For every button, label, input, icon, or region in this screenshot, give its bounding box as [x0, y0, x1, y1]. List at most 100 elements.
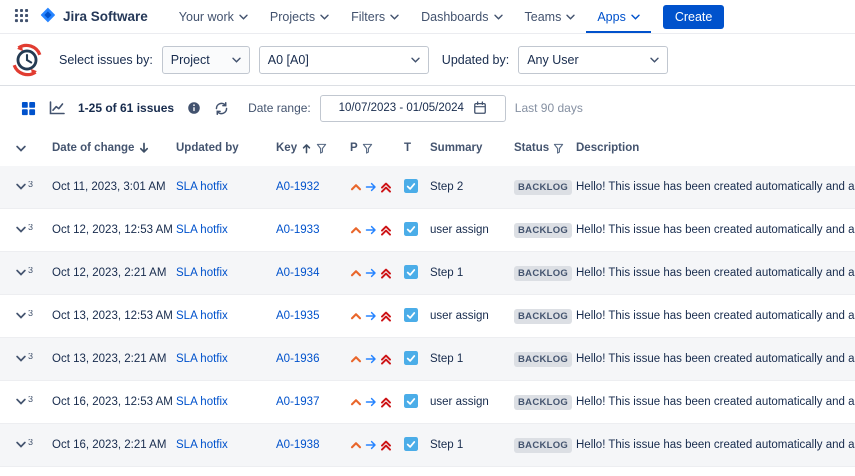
updated-by-link[interactable]: SLA hotfix — [176, 181, 228, 193]
expand-row-button[interactable]: 3 — [16, 312, 33, 320]
issue-key-link[interactable]: A0-1936 — [276, 353, 319, 365]
jira-logo[interactable]: Jira Software — [39, 0, 148, 33]
date-of-change-cell: Oct 16, 2023, 12:53 AM — [52, 396, 176, 408]
header-summary[interactable]: Summary — [430, 142, 514, 154]
header-description[interactable]: Description — [576, 142, 855, 154]
change-count-badge: 3 — [28, 267, 33, 274]
summary-cell: Step 2 — [430, 181, 514, 193]
expand-row-button[interactable]: 3 — [16, 355, 33, 363]
issue-key-link[interactable]: A0-1933 — [276, 224, 319, 236]
chevron-down-icon — [16, 145, 26, 152]
date-range-input[interactable]: 10/07/2023 - 01/05/2024 — [320, 95, 506, 122]
change-count-badge: 3 — [28, 224, 33, 231]
change-count-badge: 3 — [28, 310, 33, 317]
priority-highest-icon — [380, 439, 392, 451]
issue-type-cell — [404, 437, 430, 454]
priority-highest-icon — [380, 396, 392, 408]
table-row: 3 Oct 16, 2023, 12:53 AM SLA hotfix A0-1… — [0, 381, 855, 424]
issue-key-link[interactable]: A0-1937 — [276, 396, 319, 408]
updated-by-link[interactable]: SLA hotfix — [176, 267, 228, 279]
summary-cell: user assign — [430, 396, 514, 408]
arrow-right-icon — [365, 353, 377, 365]
updated-by-link[interactable]: SLA hotfix — [176, 353, 228, 365]
chevron-down-icon — [16, 269, 26, 276]
priority-high-icon — [350, 396, 362, 408]
arrow-right-icon — [365, 181, 377, 193]
updated-by-link[interactable]: SLA hotfix — [176, 439, 228, 451]
nav-dashboards[interactable]: Dashboards — [410, 0, 513, 33]
priority-change-cell — [350, 353, 404, 365]
priority-change-cell — [350, 439, 404, 451]
description-cell: Hello! This issue has been created autom… — [576, 310, 855, 322]
task-type-icon — [404, 222, 418, 236]
updated-by-link[interactable]: SLA hotfix — [176, 396, 228, 408]
status-cell: BACKLOG — [514, 223, 576, 238]
table-row: 3 Oct 16, 2023, 2:21 AM SLA hotfix A0-19… — [0, 424, 855, 467]
jira-diamond-icon — [39, 6, 57, 27]
table-row: 3 Oct 11, 2023, 3:01 AM SLA hotfix A0-19… — [0, 166, 855, 209]
table-grid-icon — [21, 101, 36, 116]
status-cell: BACKLOG — [514, 352, 576, 367]
status-cell: BACKLOG — [514, 395, 576, 410]
filter-funnel-icon[interactable] — [362, 143, 373, 154]
chevron-down-icon — [16, 398, 26, 405]
updated-by-dropdown[interactable]: Any User — [518, 46, 668, 74]
description-cell: Hello! This issue has been created autom… — [576, 224, 855, 236]
issue-key-link[interactable]: A0-1932 — [276, 181, 319, 193]
header-updated-by[interactable]: Updated by — [176, 142, 276, 154]
change-count-badge: 3 — [28, 439, 33, 446]
expand-row-button[interactable]: 3 — [16, 441, 33, 449]
header-key[interactable]: Key — [276, 142, 350, 154]
project-dropdown[interactable]: A0 [A0] — [259, 46, 429, 74]
filter-bar: Select issues by: Project A0 [A0] Update… — [0, 34, 855, 86]
jira-wordmark: Jira Software — [63, 9, 148, 24]
arrow-right-icon — [365, 439, 377, 451]
header-status[interactable]: Status — [514, 142, 576, 154]
issues-count: 1-25 of 61 issues — [78, 101, 174, 115]
priority-highest-icon — [380, 267, 392, 279]
issue-key-link[interactable]: A0-1938 — [276, 439, 319, 451]
row-expand-cell: 3 — [16, 396, 52, 408]
table-header-row: Date of change Updated by Key P T Summar… — [0, 130, 855, 166]
expand-row-button[interactable]: 3 — [16, 269, 33, 277]
expand-all-button[interactable] — [16, 145, 52, 152]
calendar-icon[interactable] — [473, 101, 487, 115]
status-badge: BACKLOG — [514, 309, 572, 324]
description-cell: Hello! This issue has been created autom… — [576, 267, 855, 279]
description-cell: Hello! This issue has been created autom… — [576, 439, 855, 451]
filter-funnel-icon[interactable] — [553, 143, 564, 154]
date-range-value: 10/07/2023 - 01/05/2024 — [339, 102, 464, 114]
arrow-right-icon — [365, 310, 377, 322]
chart-view-button[interactable] — [47, 99, 67, 117]
nav-apps[interactable]: Apps — [586, 0, 651, 33]
priority-highest-icon — [380, 353, 392, 365]
change-count-badge: 3 — [28, 353, 33, 360]
nav-your-work[interactable]: Your work — [168, 0, 259, 33]
expand-row-button[interactable]: 3 — [16, 226, 33, 234]
priority-high-icon — [350, 310, 362, 322]
updated-by-link[interactable]: SLA hotfix — [176, 224, 228, 236]
priority-highest-icon — [380, 224, 392, 236]
expand-row-button[interactable]: 3 — [16, 398, 33, 406]
header-priority[interactable]: P — [350, 142, 404, 154]
grid-view-button[interactable] — [19, 99, 38, 118]
issue-key-link[interactable]: A0-1935 — [276, 310, 319, 322]
app-switcher-button[interactable] — [8, 0, 35, 33]
refresh-button[interactable] — [212, 99, 231, 118]
clock-icon — [8, 41, 46, 79]
info-icon[interactable] — [185, 99, 203, 117]
row-expand-cell: 3 — [16, 224, 52, 236]
create-button[interactable]: Create — [663, 5, 725, 29]
issue-key-link[interactable]: A0-1934 — [276, 267, 319, 279]
expand-row-button[interactable]: 3 — [16, 183, 33, 191]
select-issues-by-dropdown[interactable]: Project — [162, 46, 250, 74]
filter-funnel-icon[interactable] — [316, 143, 327, 154]
nav-filters[interactable]: Filters — [340, 0, 410, 33]
table-row: 3 Oct 13, 2023, 12:53 AM SLA hotfix A0-1… — [0, 295, 855, 338]
nav-teams[interactable]: Teams — [514, 0, 587, 33]
header-date-of-change[interactable]: Date of change — [52, 142, 176, 154]
priority-change-cell — [350, 267, 404, 279]
updated-by-link[interactable]: SLA hotfix — [176, 310, 228, 322]
header-type[interactable]: T — [404, 142, 430, 154]
nav-projects[interactable]: Projects — [259, 0, 340, 33]
